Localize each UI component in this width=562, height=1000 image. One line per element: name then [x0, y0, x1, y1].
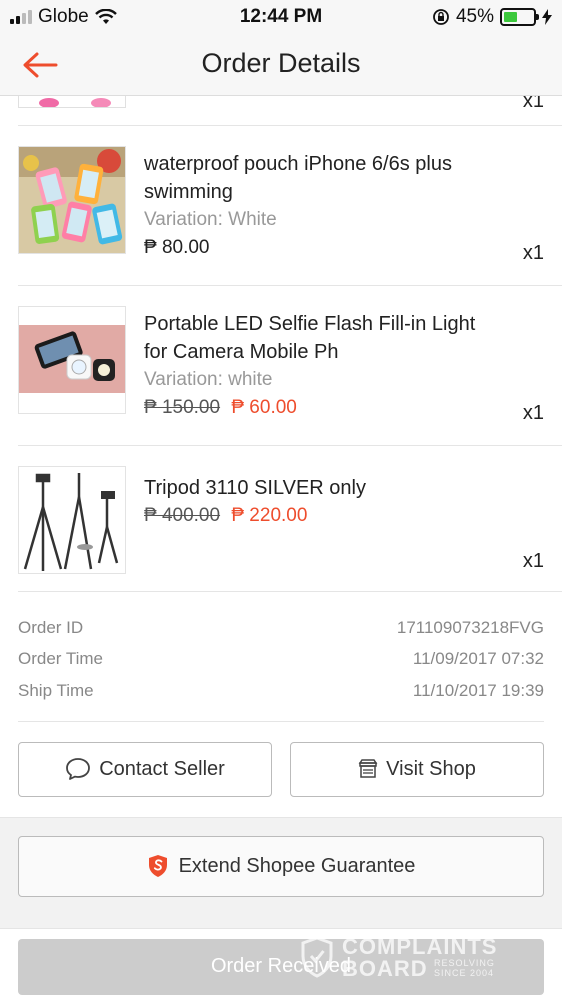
product-thumbnail: [18, 466, 126, 574]
item-price-row: ₱ 80.00: [144, 234, 502, 262]
order-info-section: Order ID 171109073218FVG Order Time 11/0…: [18, 592, 544, 722]
order-received-label: Order Received: [210, 955, 352, 977]
order-received-button[interactable]: Order Received: [18, 938, 544, 995]
item-name: waterproof pouch iPhone 6/6s plus swimmi…: [144, 153, 452, 203]
item-variation: Variation: white: [144, 369, 273, 390]
orientation-lock-icon: [433, 9, 449, 25]
contact-seller-label: Contact Seller: [99, 757, 225, 780]
item-sale-price: ₱ 60.00: [231, 397, 297, 418]
seller-actions: Contact Seller Visit Shop: [0, 722, 562, 817]
item-quantity: x1: [522, 242, 544, 264]
chat-bubble-icon: [66, 758, 91, 780]
order-time-value: 11/09/2017 07:32: [412, 649, 544, 669]
item-quantity: x1: [522, 550, 544, 572]
visit-shop-label: Visit Shop: [386, 757, 476, 780]
page-title: Order Details: [201, 48, 361, 78]
shopee-guarantee-shield-icon: [148, 855, 167, 877]
extend-guarantee-label: Extend Shopee Guarantee: [178, 854, 416, 877]
item-original-price: ₱ 150.00: [144, 397, 221, 418]
order-time-row: Order Time 11/09/2017 07:32: [18, 644, 544, 676]
item-variation: Variation: White: [144, 209, 277, 230]
order-id-row: Order ID 171109073218FVG: [18, 612, 544, 644]
battery-percent: 45%: [455, 6, 494, 27]
item-name: Portable LED Selfie Flash Fill-in Light …: [144, 313, 476, 363]
ship-time-row: Ship Time 11/10/2017 19:39: [18, 675, 544, 707]
contact-seller-button[interactable]: Contact Seller: [18, 741, 272, 797]
battery-info: 45%: [432, 6, 552, 28]
status-bar: Globe 12:44 PM 45%: [0, 0, 562, 34]
item-info: Tripod 3110 SILVER only ₱ 400.00 ₱ 220.0…: [144, 474, 502, 530]
tripod-image: [19, 467, 125, 573]
ship-time-label: Ship Time: [18, 680, 94, 700]
selfie-light-image: [19, 307, 125, 413]
item-info: Portable LED Selfie Flash Fill-in Light …: [144, 310, 502, 422]
order-id-label: Order ID: [18, 617, 84, 637]
navigation-bar: Order Details: [0, 34, 562, 96]
item-quantity: x1: [522, 402, 544, 424]
item-price: ₱ 80.00: [144, 237, 210, 258]
bottom-action-bar: Order Received: [0, 928, 562, 1000]
item-name: Tripod 3110 SILVER only: [144, 477, 366, 499]
waterproof-pouch-image: [19, 147, 125, 253]
order-id-value: 171109073218FVG: [396, 617, 544, 637]
product-thumbnail: [18, 306, 126, 414]
order-item[interactable]: Portable LED Selfie Flash Fill-in Light …: [18, 286, 562, 446]
order-item[interactable]: waterproof pouch iPhone 6/6s plus swimmi…: [18, 126, 562, 286]
visit-shop-button[interactable]: Visit Shop: [290, 741, 544, 797]
item-price-row: ₱ 150.00 ₱ 60.00: [144, 394, 502, 422]
product-thumbnail: [18, 146, 126, 254]
item-info: waterproof pouch iPhone 6/6s plus swimmi…: [144, 150, 502, 262]
guarantee-section: Extend Shopee Guarantee: [0, 816, 562, 929]
item-quantity: x1: [522, 96, 544, 112]
product-thumbnail: [18, 96, 126, 108]
order-item-partial[interactable]: x1: [18, 96, 562, 126]
battery-level: [504, 12, 517, 22]
item-price-row: ₱ 400.00 ₱ 220.00: [144, 502, 502, 530]
order-item[interactable]: Tripod 3110 SILVER only ₱ 400.00 ₱ 220.0…: [18, 446, 562, 592]
ship-time-value: 11/10/2017 19:39: [412, 680, 544, 700]
item-sale-price: ₱ 220.00: [231, 505, 308, 526]
shop-icon: [358, 759, 378, 778]
order-time-label: Order Time: [18, 649, 104, 669]
charging-bolt-icon: [542, 9, 552, 25]
extend-guarantee-button[interactable]: Extend Shopee Guarantee: [18, 835, 544, 897]
battery-icon: [500, 8, 539, 26]
item-original-price: ₱ 400.00: [144, 505, 221, 526]
order-content[interactable]: x1 waterproof pouch iPhone 6/6s plus swi…: [0, 96, 562, 1000]
